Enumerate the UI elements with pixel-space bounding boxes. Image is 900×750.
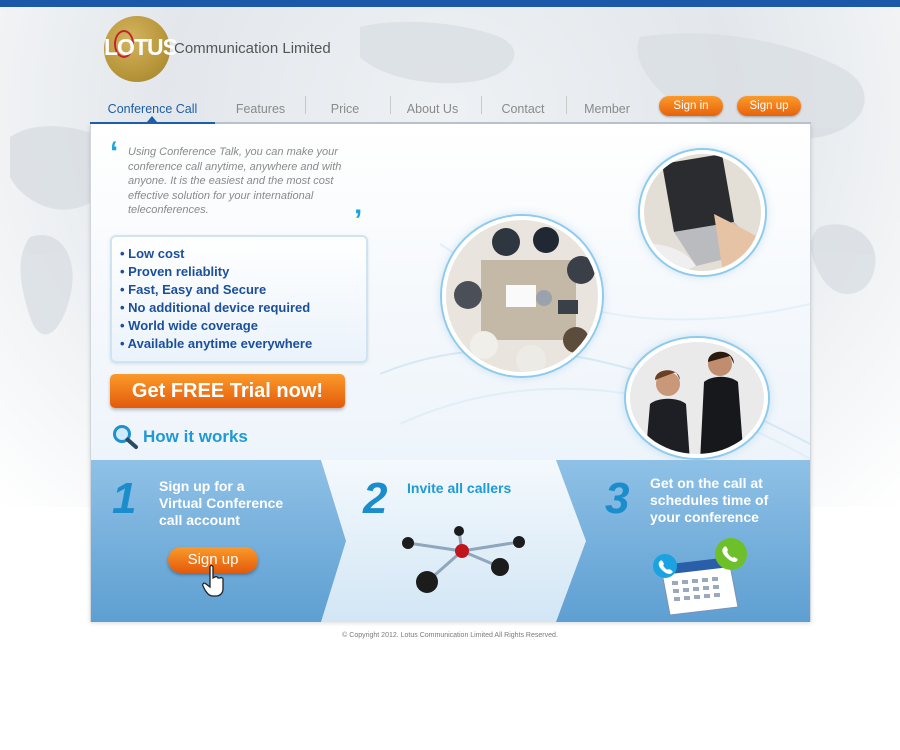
meeting-photo — [442, 216, 602, 376]
step-2-number: 2 — [363, 474, 388, 523]
benefit-item: • Proven reliablity — [120, 264, 230, 279]
phone-icon — [652, 553, 680, 586]
hand-cursor-icon — [202, 564, 226, 602]
step-1-number: 1 — [112, 474, 137, 523]
nav-item-contact[interactable]: Contact — [486, 97, 560, 125]
active-tab-pointer — [147, 116, 157, 122]
sign-up-button[interactable]: Sign up — [737, 96, 801, 116]
how-it-works-title: How it works — [143, 427, 248, 446]
top-accent-bar — [0, 0, 900, 7]
step-1-text: Sign up for a Virtual Conference call ac… — [159, 478, 283, 529]
step-1-line: call account — [159, 512, 240, 528]
step-1-line: Sign up for a — [159, 478, 245, 494]
laptop-photo — [640, 150, 765, 275]
businesswomen-photo — [626, 338, 768, 458]
step-3-line: your conference — [650, 509, 759, 525]
footer-copyright: © Copyright 2012. Lotus Communication Li… — [342, 632, 558, 639]
company-name: Communication Limited — [174, 40, 331, 57]
intro-text: Using Conference Talk, you can make your… — [128, 146, 342, 216]
step-3-text: Get on the call at schedules time of you… — [650, 475, 768, 526]
step-1-line: Virtual Conference — [159, 495, 284, 511]
quote-open-mark: ‘ — [110, 136, 119, 169]
step-3-line: Get on the call at — [650, 475, 763, 491]
benefit-item: • Low cost — [120, 246, 185, 261]
nav-separator — [390, 96, 391, 114]
benefit-item: • Fast, Easy and Secure — [120, 282, 267, 297]
logo-text: LOTUS — [104, 34, 178, 60]
nav-item-about-us[interactable]: About Us — [395, 97, 470, 125]
free-trial-button[interactable]: Get FREE Trial now! — [110, 374, 345, 408]
benefit-item: • World wide coverage — [120, 318, 258, 333]
nav-item-price[interactable]: Price — [310, 97, 380, 125]
benefit-item: • Available anytime everywhere — [120, 336, 313, 351]
step-2-text: Invite all callers — [407, 480, 511, 497]
nav-item-member[interactable]: Member — [571, 97, 643, 125]
benefits-box: • Low cost • Proven reliablity • Fast, E… — [110, 235, 368, 363]
phone-icon — [713, 536, 749, 577]
step-3-number: 3 — [605, 474, 630, 523]
nav-separator — [566, 96, 567, 114]
benefit-item: • No additional device required — [120, 300, 311, 315]
search-icon — [112, 424, 140, 455]
nav-separator — [481, 96, 482, 114]
step-3-line: schedules time of — [650, 492, 769, 508]
sign-in-button[interactable]: Sign in — [659, 96, 723, 116]
nav-item-features[interactable]: Features — [222, 97, 299, 125]
active-tab-underline — [90, 122, 215, 124]
nav-separator — [305, 96, 306, 114]
network-icon — [395, 525, 530, 615]
quote-close-mark: ’ — [354, 204, 363, 237]
step-2-line: Invite all callers — [407, 480, 512, 496]
